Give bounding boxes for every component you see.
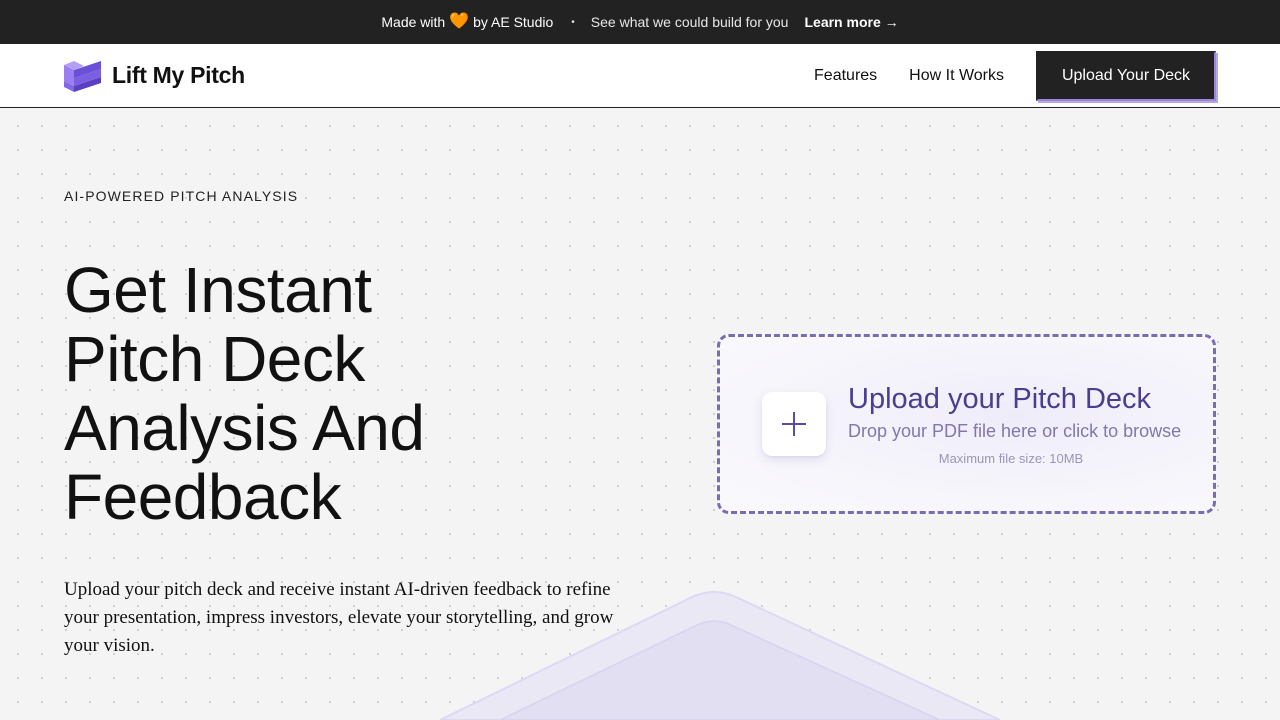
nav-link-features[interactable]: Features	[814, 67, 877, 85]
hero-section: AI-POWERED PITCH ANALYSIS Get Instant Pi…	[0, 108, 1280, 720]
brand-name: Lift My Pitch	[112, 62, 245, 88]
nav-link-how-it-works[interactable]: How It Works	[909, 67, 1004, 85]
upload-plus-button[interactable]	[762, 392, 826, 456]
headline-line-4: Feedback	[64, 461, 342, 533]
brand-logo-link[interactable]: Lift My Pitch	[64, 59, 245, 93]
separator-dot: •	[571, 16, 575, 28]
hero-description: Upload your pitch deck and receive insta…	[64, 579, 614, 656]
main-nav: Lift My Pitch Features How It Works Uplo…	[0, 44, 1280, 108]
announcement-bar: Made with 🧡 by AE Studio • See what we c…	[0, 0, 1280, 44]
made-with-text: Made with 🧡 by AE Studio	[381, 13, 554, 31]
upload-your-deck-button[interactable]: Upload Your Deck	[1036, 50, 1216, 101]
see-what-text: See what we could build for you	[590, 14, 789, 30]
headline-line-1: Get Instant	[64, 254, 372, 326]
headline-line-3: Analysis And	[64, 392, 425, 464]
plus-icon	[782, 412, 806, 436]
learn-more-link[interactable]: Learn more →	[804, 14, 898, 30]
heart-icon: 🧡	[449, 13, 470, 30]
eyebrow-label: AI-POWERED PITCH ANALYSIS	[64, 188, 299, 204]
nav-links: Features How It Works Upload Your Deck	[814, 50, 1216, 101]
by-ae-studio-label: by AE Studio	[473, 14, 554, 30]
page-title: Get Instant Pitch Deck Analysis And Feed…	[64, 256, 624, 532]
headline-line-2: Pitch Deck	[64, 323, 365, 395]
made-with-label: Made with	[381, 14, 446, 30]
dropzone-subtitle: Drop your PDF file here or click to brow…	[848, 421, 1182, 441]
pitch-deck-dropzone[interactable]: Upload your Pitch Deck Drop your PDF fil…	[717, 334, 1216, 514]
stacked-layers-logo-icon	[64, 60, 101, 92]
dropzone-title: Upload your Pitch Deck	[848, 383, 1152, 415]
max-file-size-note: Maximum file size: 10MB	[938, 451, 1084, 466]
